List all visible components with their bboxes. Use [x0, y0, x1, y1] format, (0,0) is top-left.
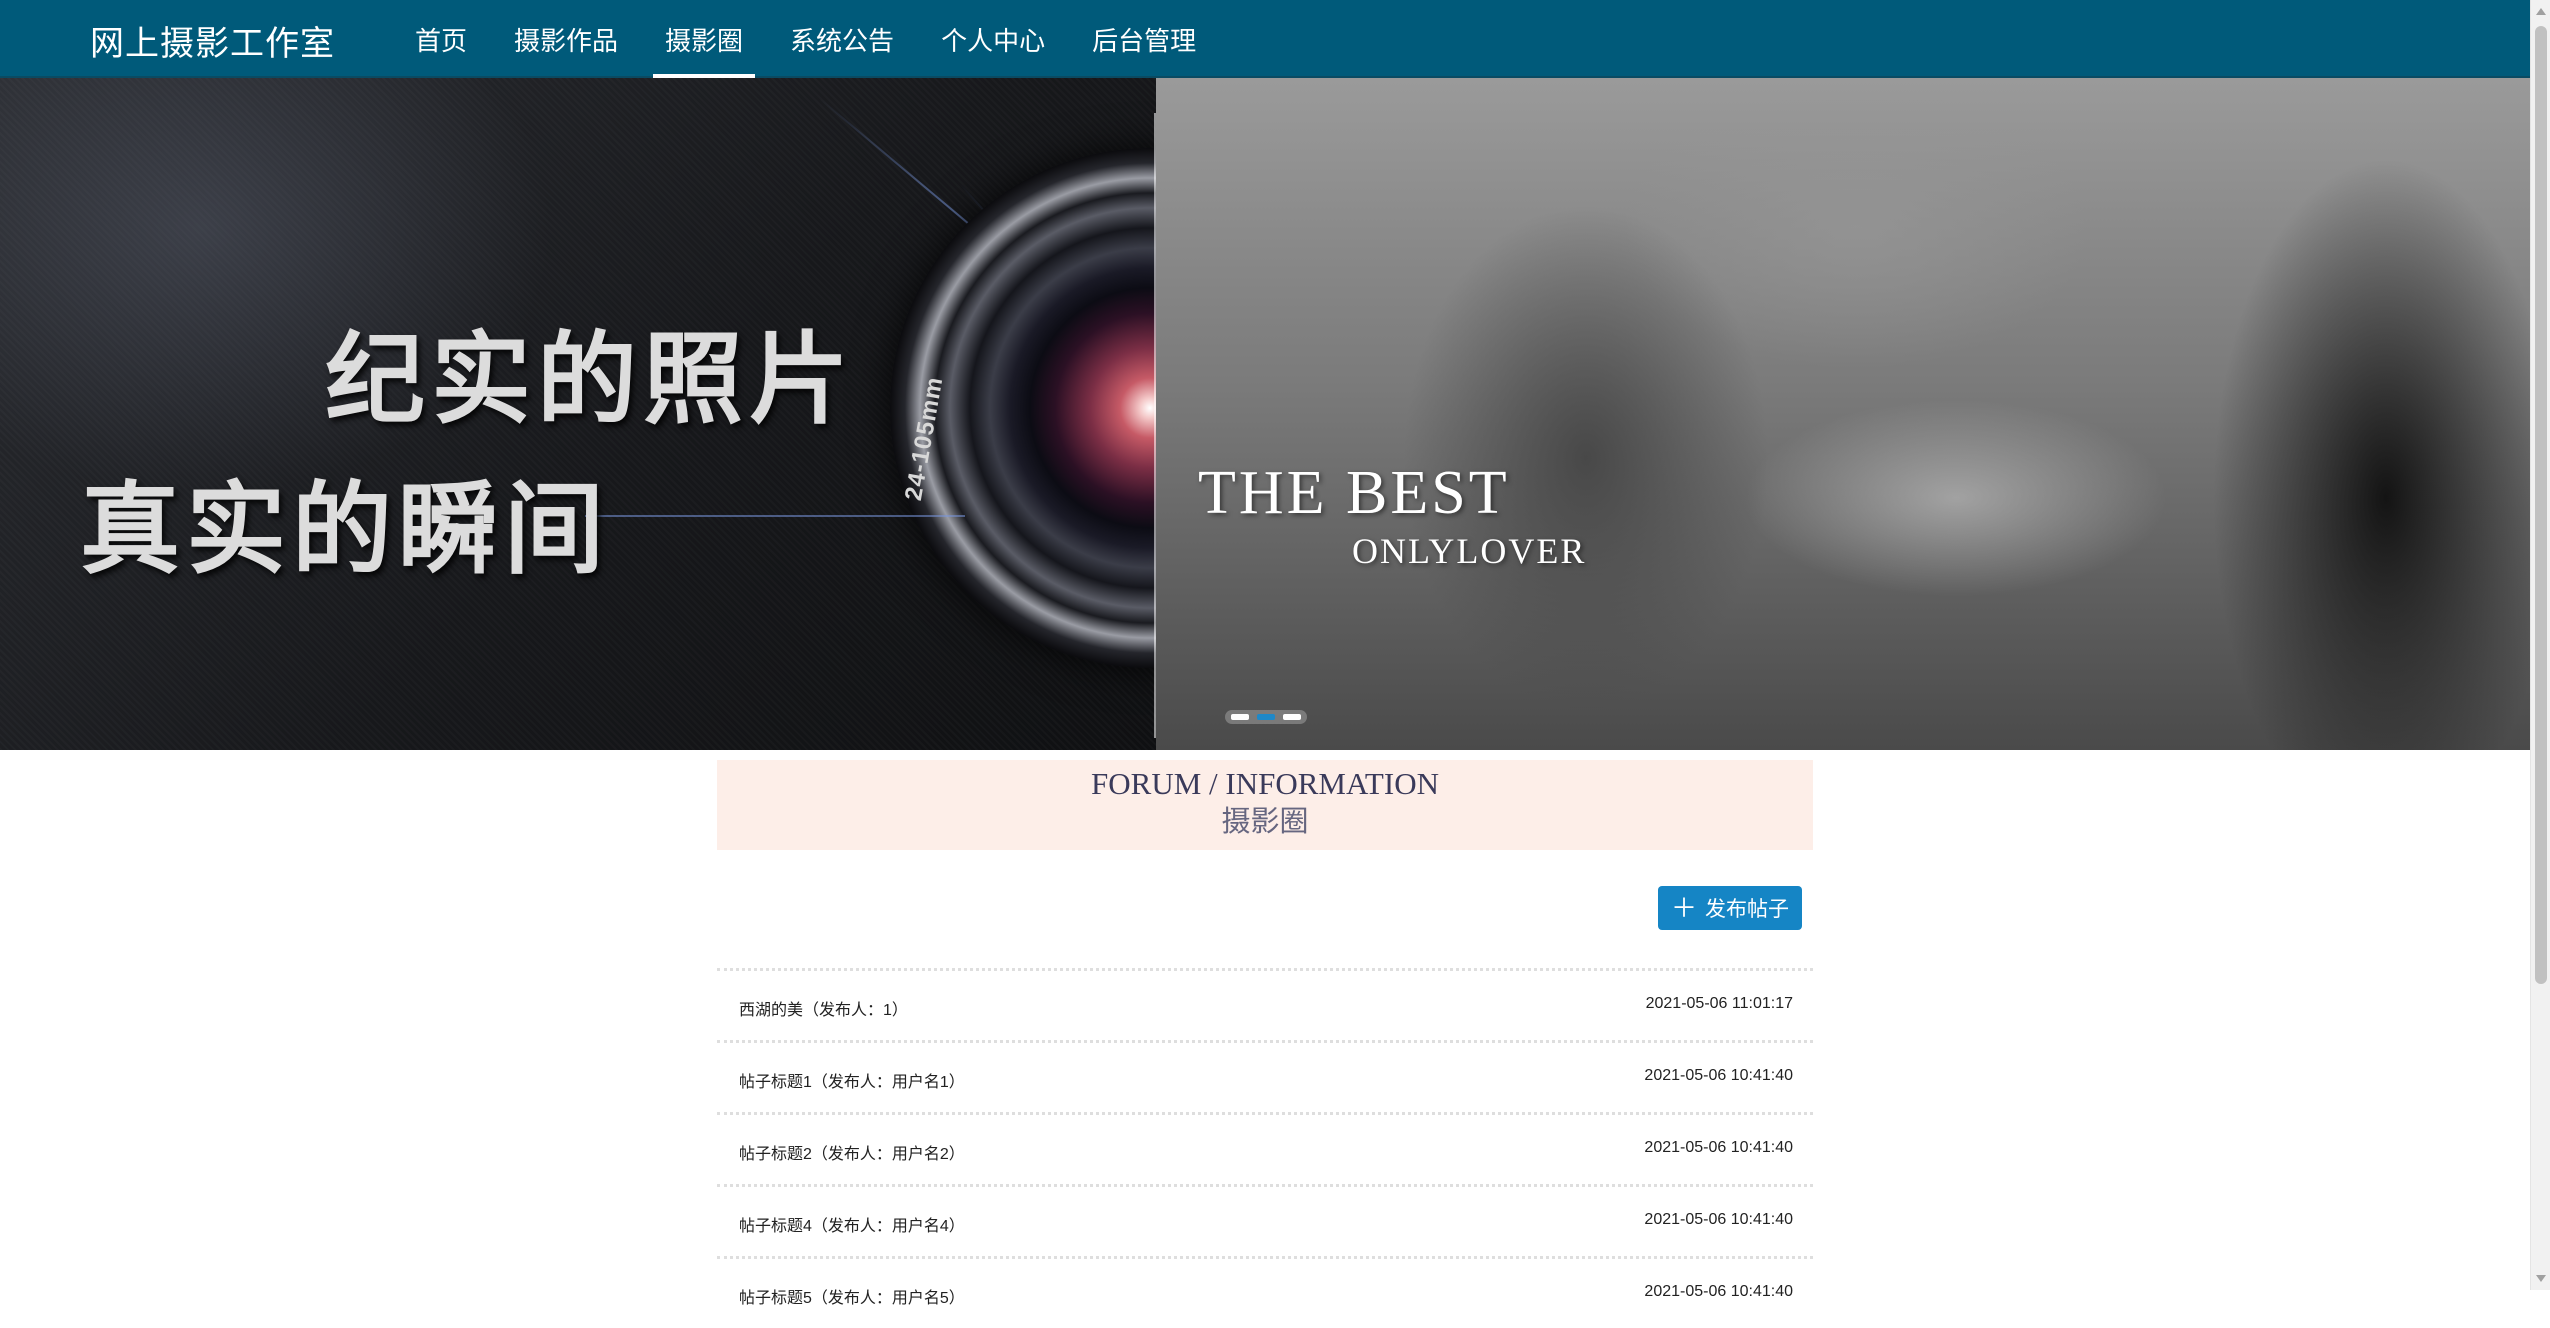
post-time: 2021-05-06 11:01:17 — [1645, 994, 1793, 1012]
post-list-item[interactable]: 帖子标题1（发布人：用户名1） 2021-05-06 10:41:40 — [717, 1040, 1813, 1112]
page-scrollbar[interactable] — [2530, 0, 2550, 1290]
post-time: 2021-05-06 10:41:40 — [1644, 1138, 1793, 1156]
nav-item-profile[interactable]: 个人中心 — [929, 0, 1057, 78]
post-time: 2021-05-06 10:41:40 — [1644, 1066, 1793, 1084]
post-list-item[interactable]: 帖子标题4（发布人：用户名4） 2021-05-06 10:41:40 — [717, 1184, 1813, 1256]
couple-photo — [1156, 78, 2530, 750]
banner-carousel[interactable]: 24-105mm 纪实的照片 真实的瞬间 THE BEST ONLYLOVER — [0, 78, 2530, 750]
carousel-dot-3[interactable] — [1283, 714, 1301, 720]
publish-post-label: 发布帖子 — [1705, 898, 1789, 921]
banner-best-title: THE BEST — [1198, 459, 1510, 527]
banner-divider — [1154, 113, 1156, 738]
nav-item-label: 后台管理 — [1092, 25, 1197, 56]
scroll-up-arrow-icon[interactable] — [2536, 8, 2546, 15]
banner-slogan-line2: 真实的瞬间 — [80, 471, 610, 588]
post-list-item[interactable]: 帖子标题2（发布人：用户名2） 2021-05-06 10:41:40 — [717, 1112, 1813, 1184]
banner-best-subtitle: ONLYLOVER — [1352, 531, 1587, 571]
decorative-line — [585, 515, 965, 517]
main-content: FORUM / INFORMATION 摄影圈 ＋ 发布帖子 西湖的美（发布人：… — [717, 760, 1813, 1328]
nav-item-announcements[interactable]: 系统公告 — [778, 0, 906, 78]
nav-item-home[interactable]: 首页 — [403, 0, 479, 78]
post-list-item[interactable]: 帖子标题5（发布人：用户名5） 2021-05-06 10:41:40 — [717, 1256, 1813, 1328]
nav-item-label: 个人中心 — [941, 25, 1046, 56]
nav-item-works[interactable]: 摄影作品 — [502, 0, 630, 78]
carousel-dot-2[interactable] — [1257, 714, 1275, 720]
post-title[interactable]: 西湖的美（发布人：1） — [739, 992, 908, 1020]
top-navbar: 网上摄影工作室 首页 摄影作品 摄影圈 系统公告 个人中心 后台管理 — [0, 0, 2530, 78]
scrollbar-thumb[interactable] — [2535, 26, 2547, 984]
nav-item-admin[interactable]: 后台管理 — [1080, 0, 1208, 78]
nav-item-label: 首页 — [415, 25, 468, 56]
nav-item-label: 摄影圈 — [665, 25, 744, 56]
publish-post-button[interactable]: ＋ 发布帖子 — [1658, 886, 1802, 930]
plus-icon: ＋ — [1670, 893, 1697, 923]
post-list: 西湖的美（发布人：1） 2021-05-06 11:01:17 帖子标题1（发布… — [717, 968, 1813, 1328]
post-title[interactable]: 帖子标题1（发布人：用户名1） — [739, 1064, 965, 1092]
post-time: 2021-05-06 10:41:40 — [1644, 1282, 1793, 1300]
post-title[interactable]: 帖子标题2（发布人：用户名2） — [739, 1136, 965, 1164]
nav-item-label: 系统公告 — [790, 25, 895, 56]
post-time: 2021-05-06 10:41:40 — [1644, 1210, 1793, 1228]
nav-item-label: 摄影作品 — [514, 25, 619, 56]
carousel-dot-1[interactable] — [1231, 714, 1249, 720]
post-title[interactable]: 帖子标题4（发布人：用户名4） — [739, 1208, 965, 1236]
post-title[interactable]: 帖子标题5（发布人：用户名5） — [739, 1280, 965, 1308]
forum-toolbar: ＋ 发布帖子 — [717, 850, 1813, 968]
section-title-cn: 摄影圈 — [1221, 804, 1309, 838]
section-header: FORUM / INFORMATION 摄影圈 — [717, 760, 1813, 850]
post-list-item[interactable]: 西湖的美（发布人：1） 2021-05-06 11:01:17 — [717, 968, 1813, 1040]
carousel-indicators — [1225, 710, 1307, 724]
nav-item-forum[interactable]: 摄影圈 — [653, 0, 756, 78]
site-brand[interactable]: 网上摄影工作室 — [90, 16, 335, 65]
nav-menu: 首页 摄影作品 摄影圈 系统公告 个人中心 后台管理 — [403, 0, 1231, 78]
section-title-en: FORUM / INFORMATION — [1091, 766, 1439, 801]
banner-slogan-line1: 纪实的照片 — [325, 321, 855, 438]
scroll-down-arrow-icon[interactable] — [2536, 1275, 2546, 1282]
